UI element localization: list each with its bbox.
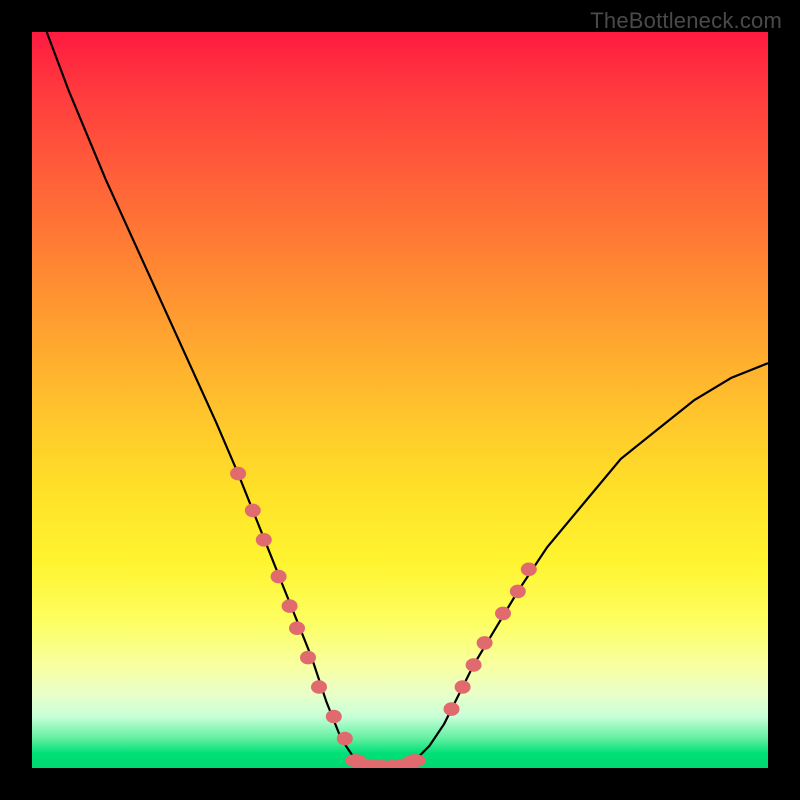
- marker-dot: [289, 621, 305, 635]
- marker-dot: [256, 533, 272, 547]
- bottleneck-curve: [47, 32, 768, 768]
- marker-dot: [311, 680, 327, 694]
- marker-dot: [521, 563, 537, 577]
- marker-dot: [282, 599, 298, 613]
- plot-area: [32, 32, 768, 768]
- watermark-text: TheBottleneck.com: [590, 8, 782, 34]
- marker-dot: [271, 570, 287, 584]
- marker-dot: [466, 658, 482, 672]
- chart-frame: TheBottleneck.com: [0, 0, 800, 800]
- marker-dot: [326, 710, 342, 724]
- curve-layer: [32, 32, 768, 768]
- marker-dot: [477, 636, 493, 650]
- data-markers: [230, 467, 537, 768]
- marker-dot: [337, 732, 353, 746]
- marker-dot: [510, 585, 526, 599]
- marker-dot: [495, 607, 511, 621]
- marker-dot: [455, 680, 471, 694]
- marker-dot: [404, 754, 426, 767]
- marker-dot: [245, 504, 261, 518]
- marker-dot: [300, 651, 316, 665]
- marker-dot: [230, 467, 246, 481]
- marker-dot: [444, 702, 460, 716]
